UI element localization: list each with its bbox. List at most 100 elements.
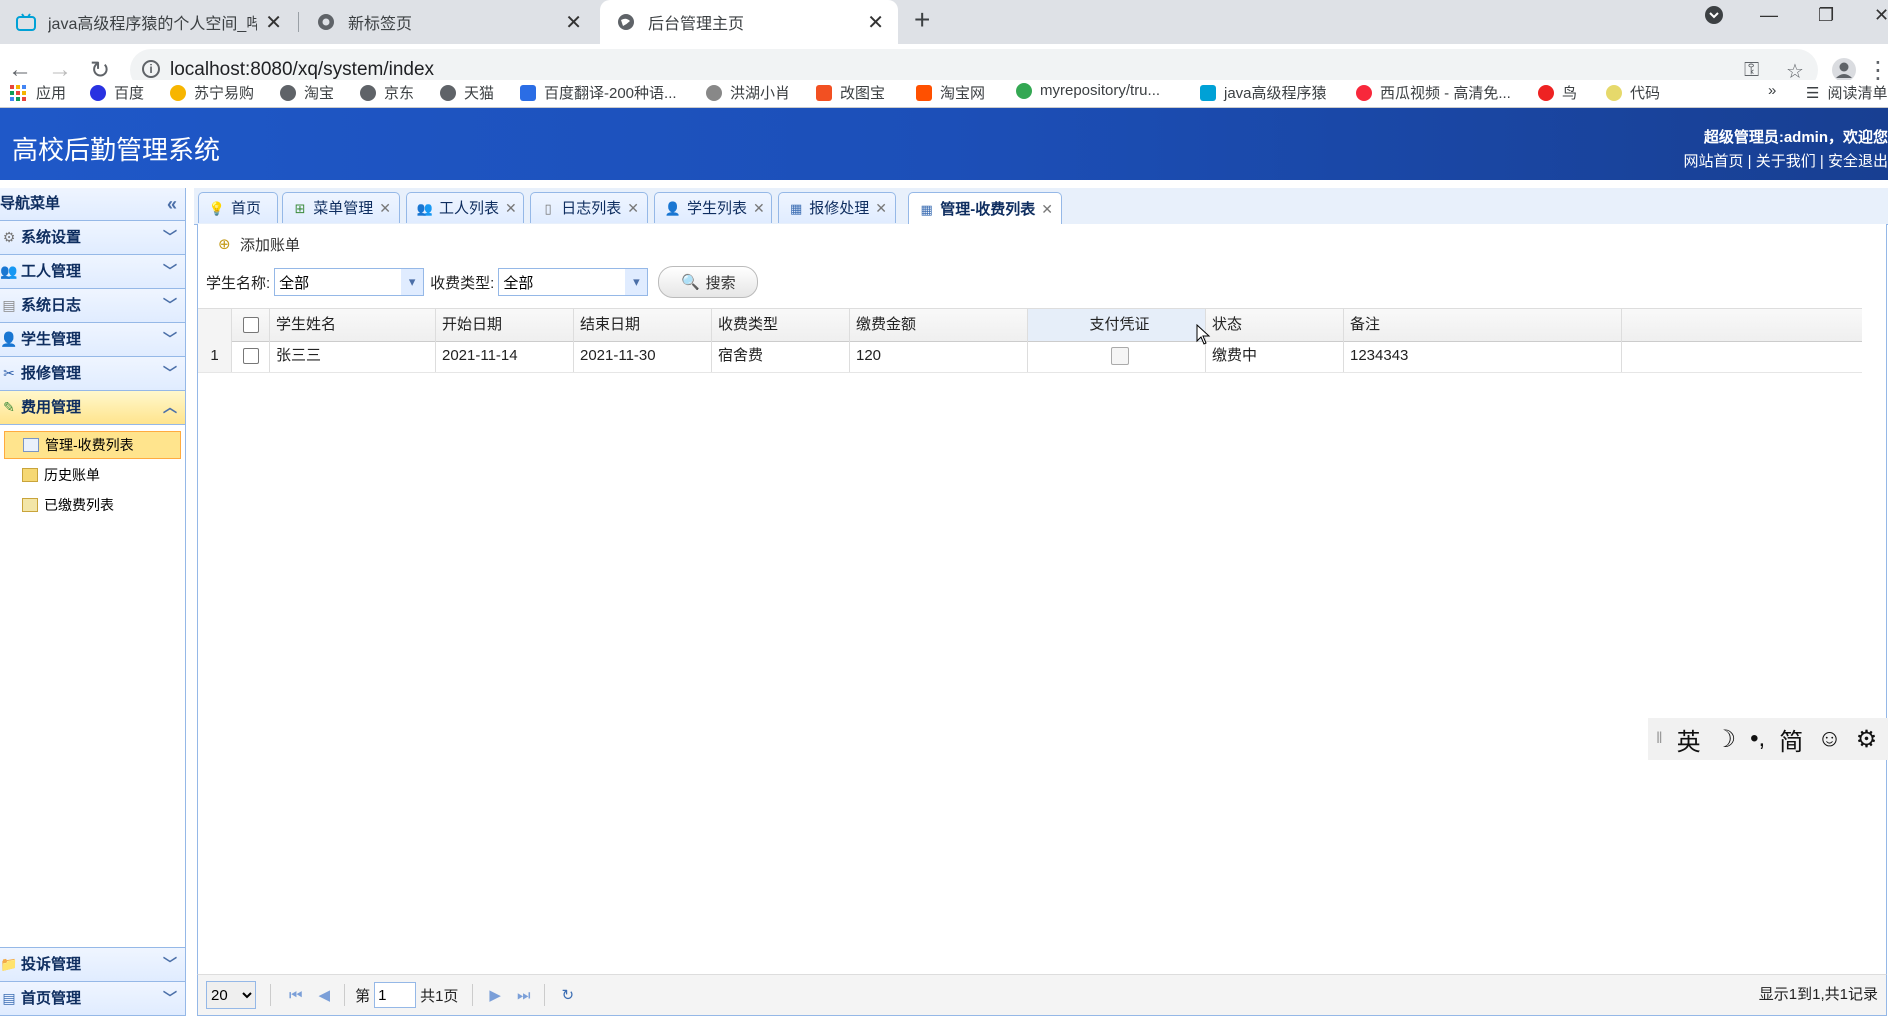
tab-student-list[interactable]: 👤 学生列表 ✕ <box>654 192 772 223</box>
prev-page-icon[interactable]: ◀ <box>319 986 331 1004</box>
bookmark-item[interactable]: 淘宝 <box>280 82 334 103</box>
key-icon[interactable]: ⚿ <box>1744 59 1759 82</box>
tab-log-list[interactable]: ▯ 日志列表 ✕ <box>530 192 648 223</box>
collapse-left-icon[interactable]: « <box>167 188 177 220</box>
column-header-payment-proof[interactable]: 支付凭证 <box>1028 309 1206 341</box>
chevron-up-icon[interactable]: ︿ <box>163 391 177 424</box>
bookmark-apps[interactable]: 应用 <box>10 82 66 103</box>
page-size-select[interactable]: 20 <box>206 981 256 1009</box>
fee-type-select[interactable]: ▾ <box>498 268 649 296</box>
sidebar-item-paid-list[interactable]: 已缴费列表 <box>4 491 181 519</box>
menu-system-settings[interactable]: ⚙ 系统设置 ﹀ <box>0 221 185 255</box>
close-icon[interactable]: ✕ <box>379 193 391 224</box>
bookmark-item[interactable]: 天猫 <box>440 82 494 103</box>
moon-icon[interactable]: ☽ <box>1715 725 1737 754</box>
bookmark-item[interactable]: 京东 <box>360 82 414 103</box>
select-all-checkbox[interactable] <box>232 309 270 341</box>
next-page-icon[interactable]: ▶ <box>489 986 501 1004</box>
reading-list[interactable]: ☰ 阅读清单 <box>1806 82 1887 103</box>
menu-repairs[interactable]: ✂ 报修管理 ﹀ <box>0 357 185 391</box>
column-header-student-name[interactable]: 学生姓名 <box>270 309 436 341</box>
table-row[interactable]: 1 张三三 2021-11-14 2021-11-30 宿舍费 120 缴费中 … <box>198 340 1862 373</box>
close-icon[interactable]: ✕ <box>867 10 884 35</box>
add-bill-button[interactable]: ⊕ 添加账单 <box>218 234 300 255</box>
column-header-status[interactable]: 状态 <box>1206 309 1344 341</box>
bookmark-item[interactable]: 百度 <box>90 82 144 103</box>
punctuation-icon[interactable]: •, <box>1750 725 1765 753</box>
about-link[interactable]: 关于我们 <box>1756 153 1816 170</box>
browser-tab-new[interactable]: 新标签页 ✕ <box>300 0 596 44</box>
bookmark-item[interactable]: 鸟 <box>1538 82 1577 103</box>
bookmark-item[interactable]: 西瓜视频 - 高清免... <box>1356 82 1511 103</box>
student-name-input[interactable] <box>275 269 404 295</box>
emoji-icon[interactable]: ☺ <box>1817 725 1842 753</box>
bookmark-item[interactable]: 苏宁易购 <box>170 82 254 103</box>
bookmark-item[interactable]: java高级程序猿 <box>1200 82 1327 103</box>
ime-lang-toggle[interactable]: 英 <box>1677 722 1701 757</box>
close-window-icon[interactable]: ✕ <box>1874 0 1888 30</box>
menu-system-log[interactable]: ▤ 系统日志 ﹀ <box>0 289 185 323</box>
close-icon[interactable]: ✕ <box>627 193 639 224</box>
refresh-icon[interactable]: ↻ <box>561 986 574 1004</box>
chevron-down-icon[interactable]: ﹀ <box>163 323 177 356</box>
chevron-down-icon[interactable]: ▾ <box>625 269 648 295</box>
checkbox[interactable] <box>242 317 259 333</box>
browser-tab-admin[interactable]: 后台管理主页 ✕ <box>600 0 898 44</box>
bookmark-item[interactable]: 洪湖小肖 <box>706 82 790 103</box>
tab-menu-manage[interactable]: ⊞ 菜单管理 ✕ <box>282 192 400 223</box>
sidebar-item-fee-list[interactable]: 管理-收费列表 <box>4 431 181 459</box>
tab-worker-list[interactable]: 👥 工人列表 ✕ <box>406 192 524 223</box>
tab-fee-list[interactable]: ▦ 管理-收费列表 ✕ <box>908 192 1062 225</box>
close-icon[interactable]: ✕ <box>265 10 282 35</box>
column-header-amount[interactable]: 缴费金额 <box>850 309 1028 341</box>
menu-workers[interactable]: 👥 工人管理 ﹀ <box>0 255 185 289</box>
chevron-down-icon[interactable]: ﹀ <box>163 255 177 288</box>
bookmark-item[interactable]: 改图宝 <box>816 82 885 103</box>
chevron-down-icon[interactable]: ﹀ <box>163 289 177 322</box>
bookmarks-overflow-icon[interactable]: » <box>1768 82 1776 99</box>
sidebar-item-history-bills[interactable]: 历史账单 <box>4 461 181 489</box>
row-checkbox[interactable] <box>232 340 270 372</box>
bookmark-item[interactable]: myrepository/tru... <box>1016 82 1160 99</box>
close-icon[interactable]: ✕ <box>505 193 517 224</box>
chevron-down-icon[interactable]: ▾ <box>401 269 424 295</box>
bookmark-item[interactable]: 淘宝网 <box>916 82 985 103</box>
checkbox[interactable] <box>242 348 259 364</box>
browser-tab-bilibili[interactable]: java高级程序猿的个人空间_哔哩 ✕ <box>0 0 296 44</box>
chevron-down-icon[interactable]: ﹀ <box>163 221 177 254</box>
broken-image-icon[interactable] <box>1110 347 1129 366</box>
settings-gear-icon[interactable]: ⚙ <box>1856 725 1878 754</box>
student-name-select[interactable]: ▾ <box>274 268 425 296</box>
logout-link[interactable]: 安全退出 <box>1828 153 1888 170</box>
menu-complaints[interactable]: 📁 投诉管理 ﹀ <box>0 947 185 982</box>
menu-students[interactable]: 👤 学生管理 ﹀ <box>0 323 185 357</box>
close-icon[interactable]: ✕ <box>875 193 887 224</box>
last-page-icon[interactable]: ⏭ <box>517 987 531 1004</box>
tab-search-icon[interactable] <box>1704 0 1724 30</box>
close-icon[interactable]: ✕ <box>565 10 582 35</box>
fee-type-input[interactable] <box>499 269 628 295</box>
chevron-down-icon[interactable]: ﹀ <box>163 948 177 981</box>
close-icon[interactable]: ✕ <box>753 193 765 224</box>
column-header-fee-type[interactable]: 收费类型 <box>712 309 850 341</box>
first-page-icon[interactable]: ⏮ <box>289 987 303 1004</box>
ime-drag-handle[interactable]: ‖ <box>1656 730 1663 748</box>
tab-repair-handle[interactable]: ▦ 报修处理 ✕ <box>778 192 896 223</box>
bookmark-item[interactable]: 百度翻译-200种语... <box>520 82 677 103</box>
chevron-down-icon[interactable]: ﹀ <box>163 357 177 390</box>
minimize-icon[interactable]: — <box>1760 0 1778 30</box>
restore-icon[interactable]: ❐ <box>1818 0 1834 30</box>
url-input[interactable] <box>170 59 1670 81</box>
column-header-end-date[interactable]: 结束日期 <box>574 309 712 341</box>
page-number-input[interactable] <box>374 982 417 1008</box>
menu-fees[interactable]: ✎ 费用管理 ︿ <box>0 391 185 425</box>
new-tab-button[interactable]: + <box>914 4 930 36</box>
chevron-down-icon[interactable]: ﹀ <box>163 982 177 1015</box>
close-icon[interactable]: ✕ <box>1041 194 1053 225</box>
column-header-start-date[interactable]: 开始日期 <box>436 309 574 341</box>
site-info-icon[interactable]: i <box>142 60 160 78</box>
menu-homepage[interactable]: ▤ 首页管理 ﹀ <box>0 982 185 1016</box>
column-header-remark[interactable]: 备注 <box>1344 309 1622 341</box>
home-link[interactable]: 网站首页 <box>1683 153 1743 170</box>
search-button[interactable]: 🔍 搜索 <box>658 266 759 298</box>
